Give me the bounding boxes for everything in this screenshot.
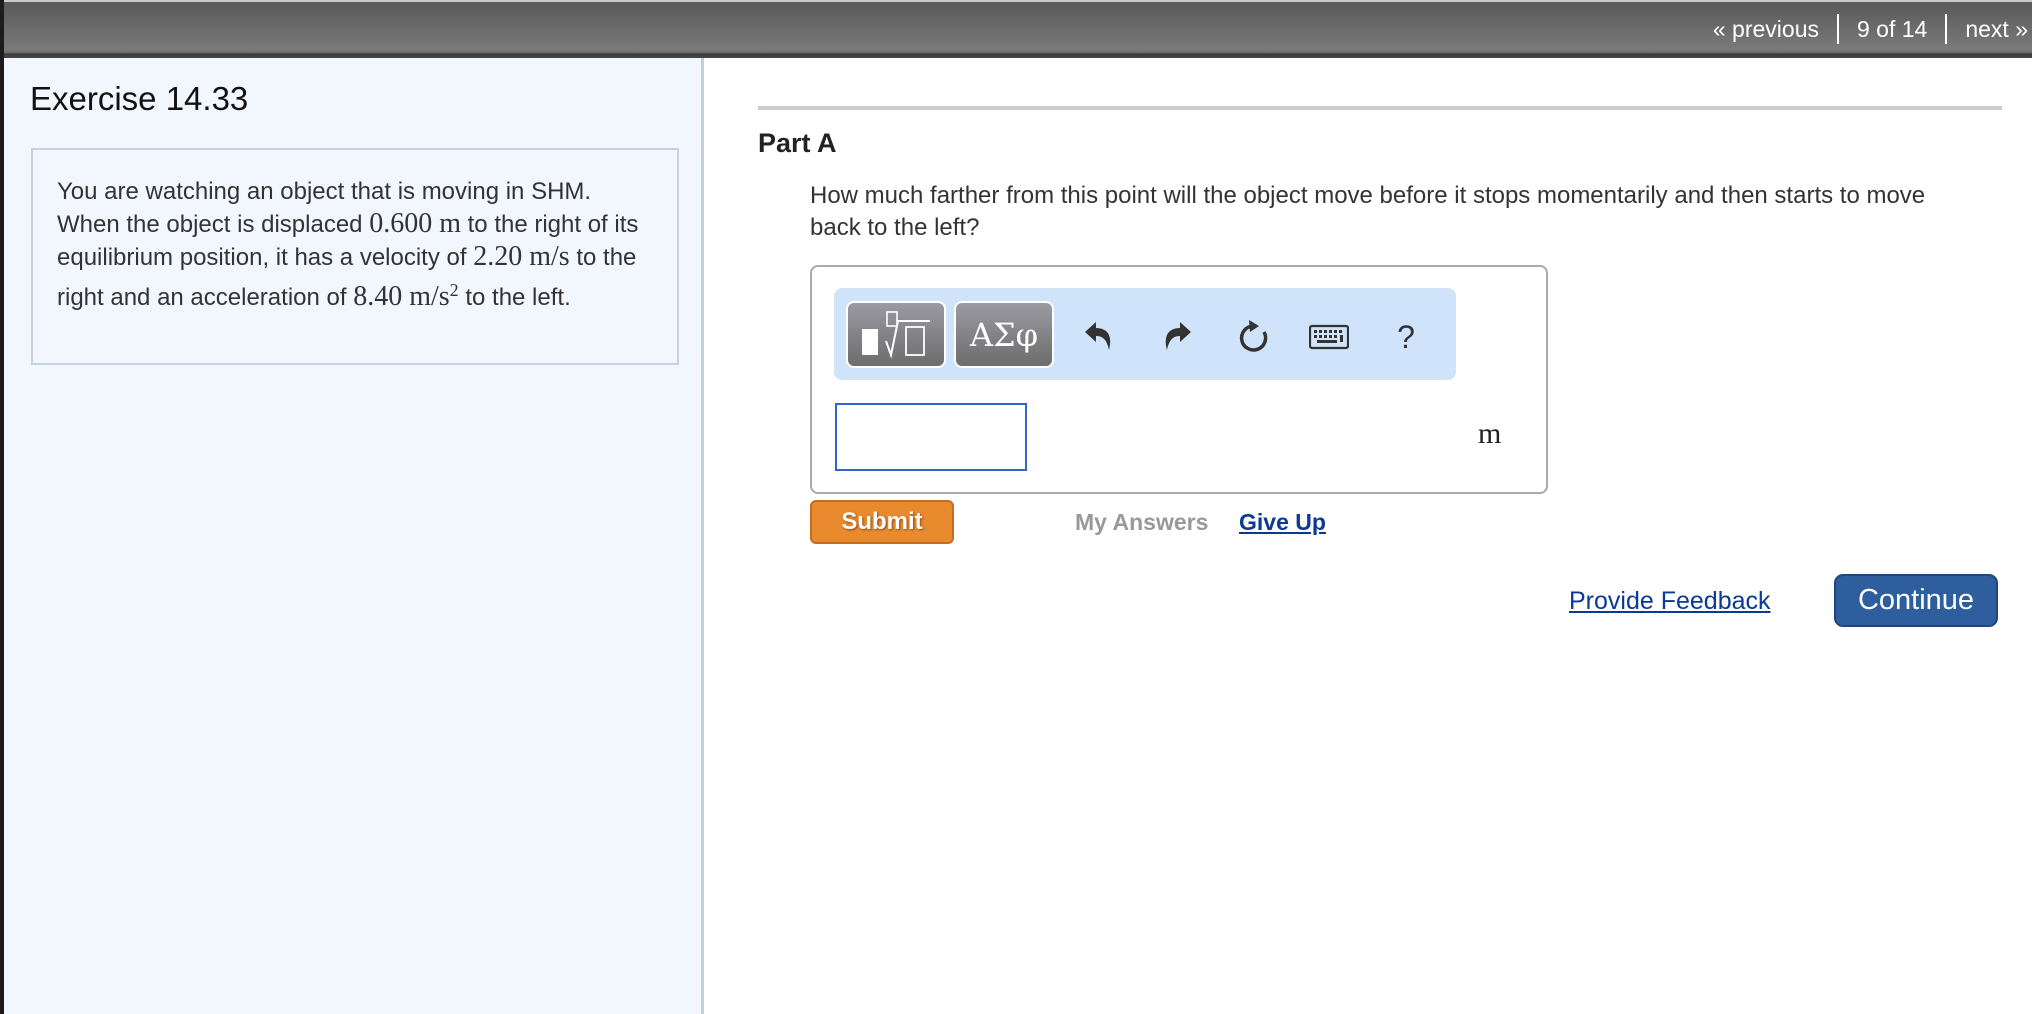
previous-link[interactable]: « previous — [1713, 16, 1819, 43]
question-text: How much farther from this point will th… — [810, 182, 1926, 241]
answer-panel: ΑΣφ ? m — [810, 265, 1548, 494]
help-button[interactable]: ? — [1386, 317, 1426, 357]
divider — [1837, 14, 1839, 44]
main-content: Part A How much farther from this point … — [704, 58, 2032, 1014]
displacement-value: 0.600 m — [369, 208, 461, 239]
provide-feedback-link[interactable]: Provide Feedback — [1569, 587, 1771, 616]
undo-button[interactable] — [1080, 317, 1120, 357]
window-edge — [0, 0, 4, 1014]
exercise-title: Exercise 14.33 — [30, 80, 249, 117]
templates-button[interactable] — [846, 301, 946, 368]
acceleration-value: 8.40 m/s — [353, 281, 450, 312]
reset-button[interactable] — [1233, 317, 1273, 357]
math-toolbar: ΑΣφ ? — [834, 288, 1456, 380]
top-navigation-bar: « previous 9 of 14 next » — [0, 0, 2032, 58]
symbols-button[interactable]: ΑΣφ — [954, 301, 1054, 368]
item-pager: « previous 9 of 14 next » — [1713, 14, 2028, 44]
problem-text: to the left. — [458, 284, 571, 311]
continue-button[interactable]: Continue — [1834, 574, 1998, 627]
submit-button[interactable]: Submit — [810, 500, 954, 544]
templates-icon — [862, 310, 930, 359]
velocity-value: 2.20 m/s — [473, 241, 570, 272]
acceleration-exponent: 2 — [449, 280, 459, 300]
answer-input[interactable] — [835, 403, 1027, 471]
my-answers-link[interactable]: My Answers — [1075, 509, 1208, 536]
item-position: 9 of 14 — [1857, 15, 1928, 42]
keyboard-button[interactable] — [1309, 317, 1349, 357]
part-divider — [758, 106, 2002, 110]
part-title: Part A — [758, 128, 837, 158]
redo-icon — [1165, 322, 1191, 350]
problem-sidebar: Exercise 14.33 You are watching an objec… — [4, 58, 704, 1014]
next-link[interactable]: next » — [1965, 16, 2028, 43]
divider — [1945, 14, 1948, 44]
redo-button[interactable] — [1156, 317, 1196, 357]
keyboard-icon — [1309, 324, 1349, 350]
problem-statement: You are watching an object that is movin… — [31, 148, 679, 365]
undo-icon — [1085, 322, 1111, 350]
answer-unit: m — [1478, 417, 1502, 450]
give-up-link[interactable]: Give Up — [1239, 509, 1326, 536]
reset-icon — [1239, 320, 1268, 352]
